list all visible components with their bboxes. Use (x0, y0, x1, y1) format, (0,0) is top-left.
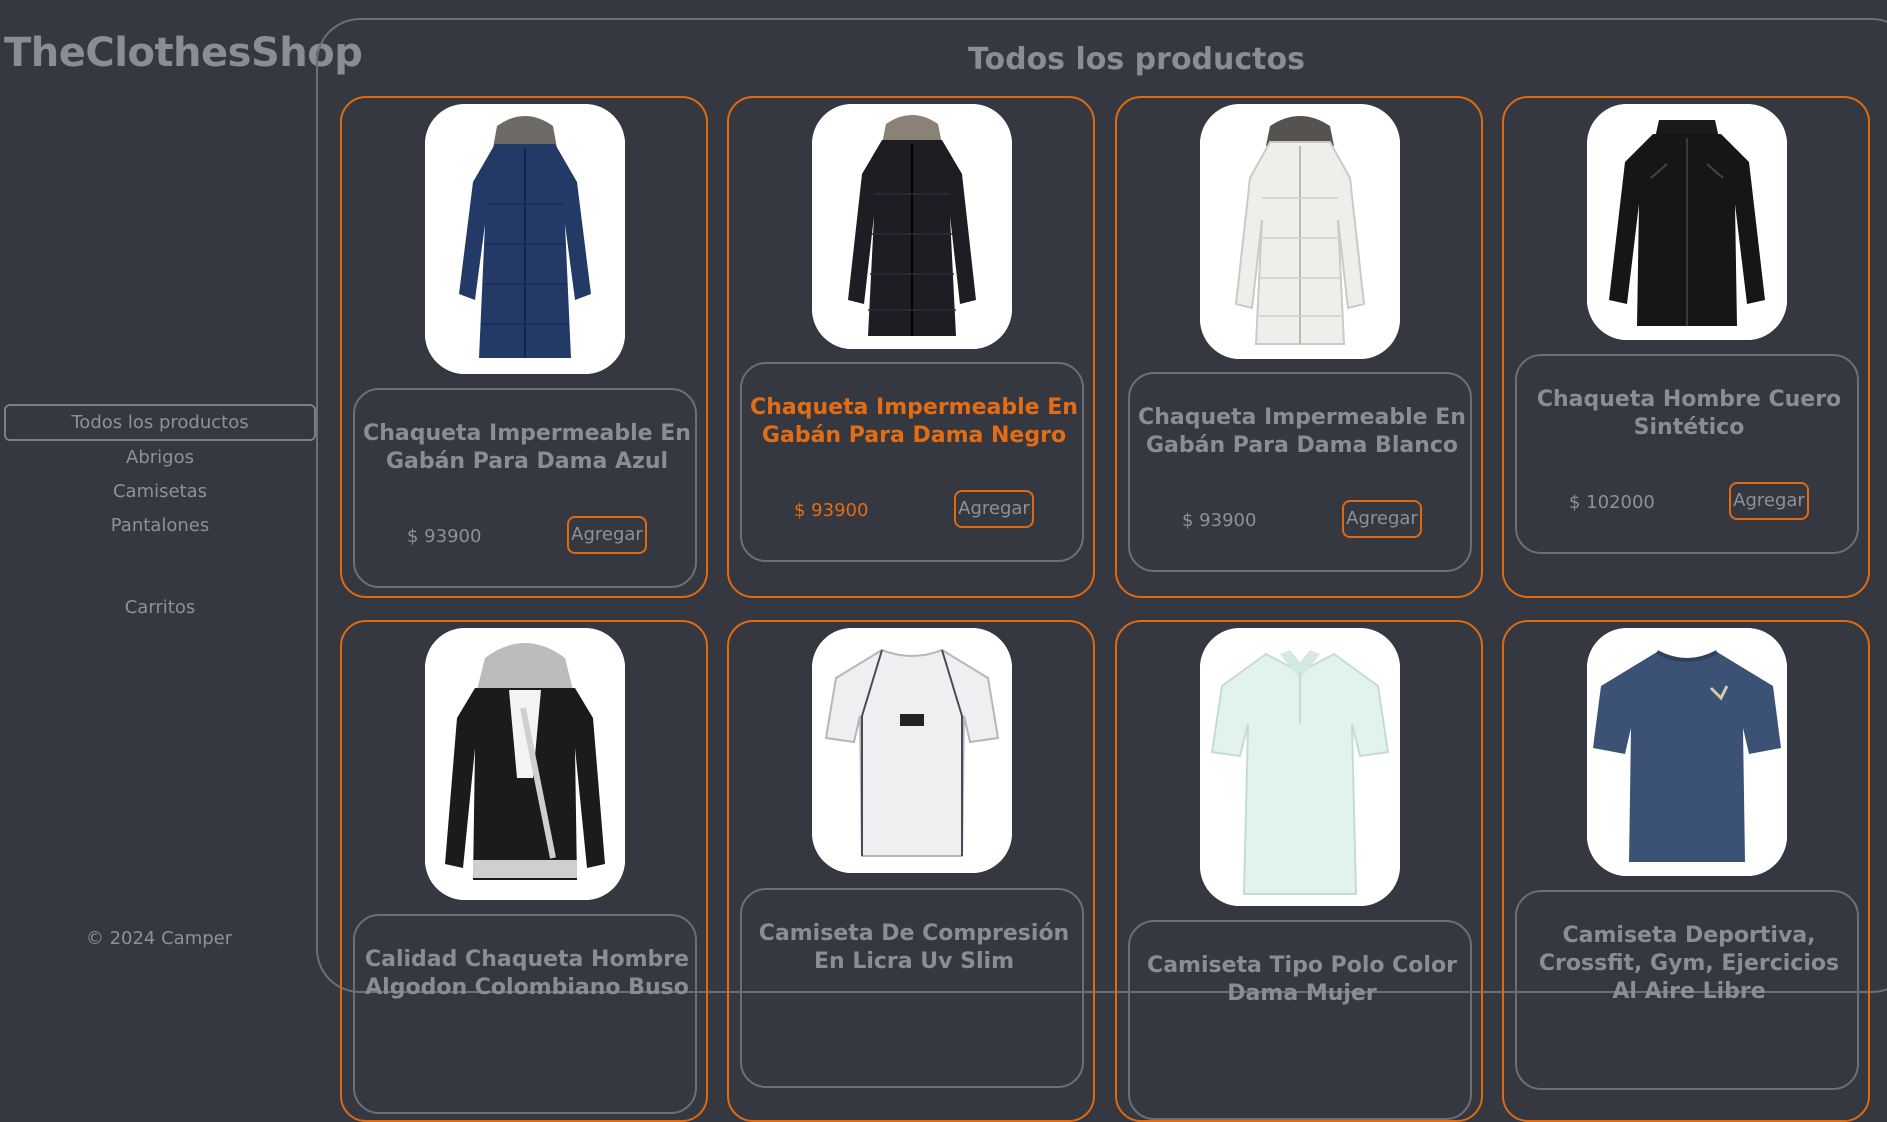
product-info: Calidad Chaqueta Hombre Algodon Colombia… (353, 914, 697, 1114)
product-info: Camiseta Tipo Polo Color Dama Mujer (1128, 920, 1472, 1120)
product-name[interactable]: Camiseta Deportiva, Crossfit, Gym, Ejerc… (1525, 922, 1853, 1006)
polo-shirt-icon[interactable] (1200, 628, 1400, 906)
product-info: Camiseta De Compresión En Licra Uv Slim (740, 888, 1084, 1088)
product-info: Chaqueta Impermeable En Gabán Para Dama … (353, 388, 697, 588)
product-card[interactable]: Chaqueta Hombre Cuero Sintético $ 102000… (1502, 96, 1870, 598)
navy-parka-icon[interactable] (425, 104, 625, 374)
main-panel: Todos los productos Chaqueta Impermeable… (316, 18, 1887, 1122)
black-parka-icon[interactable] (812, 104, 1012, 349)
product-card[interactable]: Calidad Chaqueta Hombre Algodon Colombia… (340, 620, 708, 1122)
product-card[interactable]: Chaqueta Impermeable En Gabán Para Dama … (340, 96, 708, 598)
nav-item-all-products[interactable]: Todos los productos (4, 404, 316, 441)
nav-item-coats[interactable]: Abrigos (4, 441, 316, 475)
nav-item-shirts[interactable]: Camisetas (4, 475, 316, 509)
product-price: $ 102000 (1569, 492, 1655, 513)
page-title: Todos los productos (968, 42, 1305, 77)
add-to-cart-button[interactable]: Agregar (954, 490, 1034, 528)
add-to-cart-button[interactable]: Agregar (1729, 482, 1809, 520)
sidebar-nav: Todos los productos Abrigos Camisetas Pa… (4, 404, 316, 625)
product-card[interactable]: Chaqueta Impermeable En Gabán Para Dama … (727, 96, 1095, 598)
product-card[interactable]: Camiseta Tipo Polo Color Dama Mujer (1115, 620, 1483, 1122)
product-name[interactable]: Camiseta De Compresión En Licra Uv Slim (750, 920, 1078, 976)
product-info: Chaqueta Hombre Cuero Sintético $ 102000… (1515, 354, 1859, 554)
product-name[interactable]: Chaqueta Impermeable En Gabán Para Dama … (363, 420, 691, 476)
product-name[interactable]: Calidad Chaqueta Hombre Algodon Colombia… (363, 946, 691, 1002)
product-name[interactable]: Chaqueta Impermeable En Gabán Para Dama … (750, 394, 1078, 450)
product-price: $ 93900 (407, 526, 482, 547)
product-info: Camiseta Deportiva, Crossfit, Gym, Ejerc… (1515, 890, 1859, 1090)
white-parka-icon[interactable] (1200, 104, 1400, 359)
add-to-cart-button[interactable]: Agregar (1342, 500, 1422, 538)
product-name[interactable]: Chaqueta Hombre Cuero Sintético (1525, 386, 1853, 442)
add-to-cart-button[interactable]: Agregar (567, 516, 647, 554)
footer-copyright: © 2024 Camper (85, 928, 233, 949)
product-card[interactable]: Camiseta Deportiva, Crossfit, Gym, Ejerc… (1502, 620, 1870, 1122)
product-card[interactable]: Camiseta De Compresión En Licra Uv Slim (727, 620, 1095, 1122)
nav-item-carts[interactable]: Carritos (4, 591, 316, 625)
product-info: Chaqueta Impermeable En Gabán Para Dama … (740, 362, 1084, 562)
product-card[interactable]: Chaqueta Impermeable En Gabán Para Dama … (1115, 96, 1483, 598)
product-name[interactable]: Chaqueta Impermeable En Gabán Para Dama … (1138, 404, 1466, 460)
hooded-jacket-icon[interactable] (425, 628, 625, 900)
sidebar: TheClothesShop Todos los productos Abrig… (0, 0, 363, 996)
nav-item-pants[interactable]: Pantalones (4, 509, 316, 543)
product-price: $ 93900 (794, 500, 869, 521)
product-name[interactable]: Camiseta Tipo Polo Color Dama Mujer (1138, 952, 1466, 1008)
brand-logo[interactable]: TheClothesShop (4, 30, 363, 76)
product-price: $ 93900 (1182, 510, 1257, 531)
sport-tshirt-icon[interactable] (1587, 628, 1787, 876)
compression-shirt-icon[interactable] (812, 628, 1012, 873)
leather-jacket-icon[interactable] (1587, 104, 1787, 340)
product-info: Chaqueta Impermeable En Gabán Para Dama … (1128, 372, 1472, 572)
